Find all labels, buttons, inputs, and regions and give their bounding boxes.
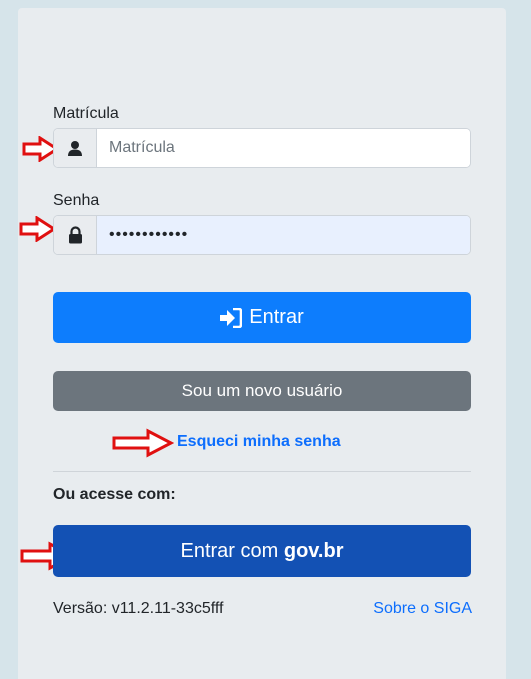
matricula-label: Matrícula xyxy=(53,105,119,122)
govbr-brand: gov.br xyxy=(283,539,344,562)
senha-input[interactable] xyxy=(97,216,470,254)
divider xyxy=(53,471,471,472)
user-icon xyxy=(54,129,97,167)
red-arrow-icon xyxy=(112,428,174,458)
about-siga-link[interactable]: Sobre o SIGA xyxy=(373,600,472,618)
govbr-prefix: Entrar com xyxy=(180,539,284,562)
red-arrow-icon xyxy=(19,216,57,242)
govbr-login-button[interactable]: Entrar com gov.br xyxy=(53,525,471,577)
matricula-input[interactable] xyxy=(97,129,470,167)
sign-in-icon xyxy=(220,307,243,328)
alt-access-label: Ou acesse com: xyxy=(53,486,176,503)
enter-button-label: Entrar xyxy=(249,306,304,328)
version-text: Versão: v11.2.11-33c5fff xyxy=(53,600,224,617)
lock-icon xyxy=(54,216,97,254)
new-user-button[interactable]: Sou um novo usuário xyxy=(53,371,471,411)
forgot-password-link[interactable]: Esqueci minha senha xyxy=(177,433,341,451)
enter-button[interactable]: Entrar xyxy=(53,292,471,343)
senha-label: Senha xyxy=(53,192,100,209)
senha-input-group xyxy=(53,215,471,255)
matricula-input-group xyxy=(53,128,471,168)
